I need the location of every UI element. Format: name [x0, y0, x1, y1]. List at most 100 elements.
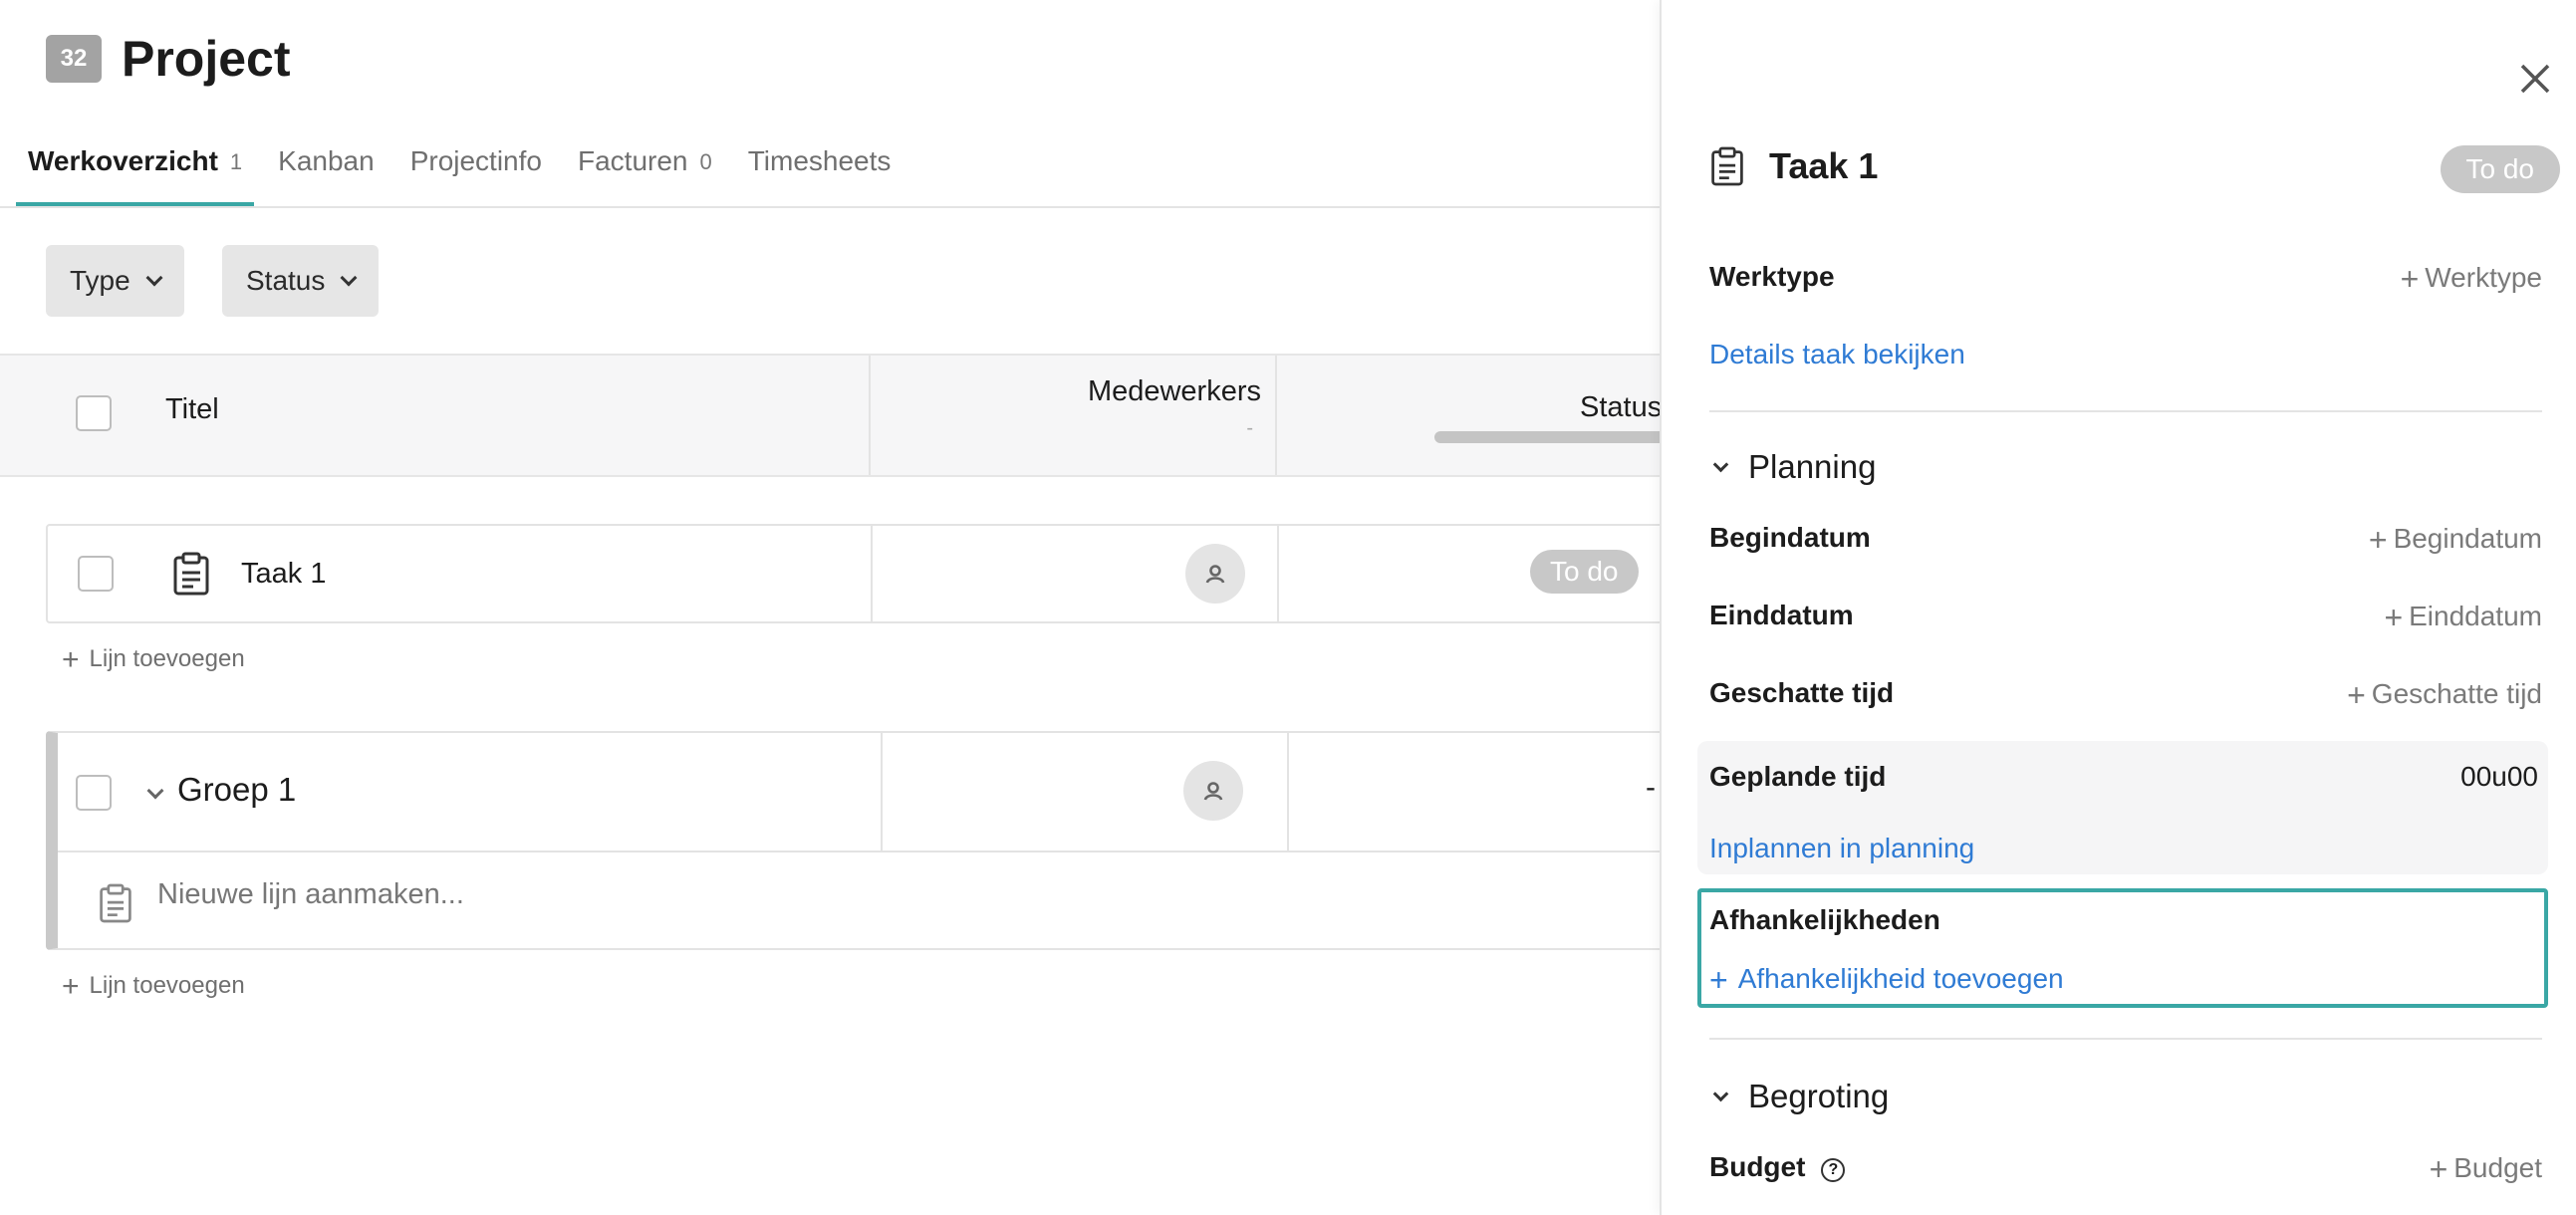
add-einddatum-button[interactable]: + Einddatum	[2384, 600, 2542, 636]
geschatte-tijd-label: Geschatte tijd	[1709, 677, 1895, 708]
dependencies-box: Afhankelijkheden + Afhankelijkheid toevoe…	[1697, 888, 2548, 1008]
user-icon	[1205, 565, 1225, 584]
tab-label: Projectinfo	[409, 145, 542, 176]
status-filter-label: Status	[246, 265, 326, 296]
table-header: Titel Medewerkers - Status	[0, 354, 1660, 477]
tab-label: Facturen	[577, 145, 688, 176]
werktype-label: Werktype	[1709, 261, 1835, 292]
begindatum-row: Begindatum + Begindatum	[1709, 522, 2542, 558]
column-divider	[871, 526, 873, 621]
chevron-down-icon	[1712, 456, 1729, 472]
einddatum-label: Einddatum	[1709, 600, 1854, 630]
group-checkbox[interactable]	[76, 775, 112, 811]
column-divider	[1275, 356, 1277, 475]
add-budget-button[interactable]: + Budget	[2430, 1151, 2542, 1188]
assignee-avatar[interactable]	[1185, 544, 1245, 604]
add-dependency-link[interactable]: + Afhankelijkheid toevoegen	[1709, 962, 2064, 999]
column-header-status[interactable]: Status	[1580, 391, 1660, 424]
chevron-down-icon	[1712, 1086, 1729, 1101]
user-icon	[1203, 782, 1223, 801]
project-header: 32 Project	[46, 30, 291, 88]
group-assignee-avatar[interactable]	[1183, 761, 1243, 821]
tab-werkoverzicht[interactable]: Werkoverzicht 1	[16, 131, 255, 207]
add-werktype-label: Werktype	[2425, 262, 2542, 293]
chevron-down-icon	[145, 269, 163, 287]
geplande-tijd-label: Geplande tijd	[1709, 761, 1887, 792]
task-title[interactable]: Taak 1	[241, 558, 326, 591]
tabs-divider	[0, 206, 1660, 208]
tab-count: 0	[699, 149, 712, 174]
tab-label: Werkoverzicht	[28, 145, 218, 176]
begroting-section-toggle[interactable]: Begroting	[1709, 1078, 1889, 1115]
planning-section-title: Planning	[1748, 448, 1877, 485]
help-icon[interactable]: ?	[1821, 1158, 1846, 1182]
einddatum-row: Einddatum + Einddatum	[1709, 600, 2542, 635]
plus-icon: +	[2384, 600, 2404, 635]
geschatte-tijd-row: Geschatte tijd + Geschatte tijd	[1709, 677, 2542, 713]
status-distribution-bar	[1434, 431, 1660, 443]
add-line-button[interactable]: + Lijn toevoegen	[62, 970, 245, 1004]
plus-icon: +	[1709, 962, 1728, 998]
type-filter-button[interactable]: Type	[46, 245, 184, 317]
add-werktype-button[interactable]: + Werktype	[2401, 261, 2542, 298]
add-begindatum-button[interactable]: + Begindatum	[2369, 522, 2542, 559]
inplannen-link[interactable]: Inplannen in planning	[1709, 833, 1974, 864]
divider	[1709, 410, 2542, 412]
add-dependency-label: Afhankelijkheid toevoegen	[1737, 963, 2064, 994]
status-badge[interactable]: To do	[2440, 145, 2560, 193]
plus-icon: +	[62, 643, 80, 676]
divider	[1709, 1038, 2542, 1040]
new-line-input[interactable]: Nieuwe lijn aanmaken...	[157, 878, 464, 911]
planning-section-toggle[interactable]: Planning	[1709, 448, 1876, 486]
chevron-down-icon[interactable]	[146, 782, 164, 800]
tab-kanban[interactable]: Kanban	[266, 131, 386, 207]
task-detail-panel: Taak 1 To do Werktype + Werktype Details …	[1660, 0, 2576, 1215]
details-task-link[interactable]: Details taak bekijken	[1709, 339, 1965, 370]
tab-facturen[interactable]: Facturen 0	[566, 131, 724, 207]
plus-icon: +	[2368, 522, 2388, 558]
group-row[interactable]: Groep 1 -	[58, 733, 1660, 852]
column-header-medewerkers[interactable]: Medewerkers	[1088, 375, 1261, 408]
close-icon[interactable]	[2516, 60, 2554, 98]
column-header-title[interactable]: Titel	[165, 393, 219, 426]
column-divider	[869, 356, 871, 475]
plus-icon: +	[2429, 1151, 2448, 1187]
status-filter-button[interactable]: Status	[222, 245, 380, 317]
tab-timesheets[interactable]: Timesheets	[736, 131, 903, 207]
tab-bar: Werkoverzicht 1 Kanban Projectinfo Factu…	[16, 131, 914, 207]
column-divider	[881, 733, 883, 850]
add-budget-label: Budget	[2453, 1152, 2542, 1183]
add-line-label: Lijn toevoegen	[89, 645, 245, 672]
add-geschatte-tijd-label: Geschatte tijd	[2371, 678, 2542, 709]
column-header-medewerkers-sub: -	[1246, 417, 1253, 439]
add-geschatte-tijd-button[interactable]: + Geschatte tijd	[2347, 677, 2542, 714]
panel-title[interactable]: Taak 1	[1769, 145, 1878, 187]
afhankelijkheden-label: Afhankelijkheden	[1709, 904, 1940, 935]
add-begindatum-label: Begindatum	[2393, 523, 2542, 554]
budget-row: Budget? + Budget	[1709, 1151, 2542, 1191]
column-divider	[1287, 733, 1289, 850]
status-badge[interactable]: To do	[1530, 550, 1639, 594]
panel-header: Taak 1	[1709, 145, 1878, 187]
group-title[interactable]: Groep 1	[177, 771, 296, 809]
clipboard-icon	[1711, 146, 1743, 186]
clipboard-icon	[173, 552, 209, 596]
tab-count: 1	[229, 149, 243, 174]
page-title: Project	[122, 31, 291, 87]
budget-label-wrap: Budget?	[1709, 1151, 1846, 1183]
add-line-label: Lijn toevoegen	[89, 972, 245, 999]
plus-icon: +	[2400, 261, 2420, 297]
table-row[interactable]: Taak 1 To do	[46, 524, 1660, 623]
group-status: -	[1646, 771, 1656, 804]
begindatum-label: Begindatum	[1709, 522, 1871, 553]
plus-icon: +	[62, 970, 80, 1003]
row-checkbox[interactable]	[78, 556, 114, 592]
select-all-checkbox[interactable]	[76, 395, 112, 431]
chevron-down-icon	[340, 269, 358, 287]
group-card: Groep 1 - Nieuwe lijn aanmaken...	[46, 731, 1660, 950]
project-number-badge: 32	[46, 35, 102, 83]
add-line-button[interactable]: + Lijn toevoegen	[62, 643, 245, 677]
planned-time-box: Geplande tijd 00u00 Inplannen in plannin…	[1697, 741, 2548, 874]
tab-projectinfo[interactable]: Projectinfo	[398, 131, 554, 207]
plus-icon: +	[2347, 677, 2366, 713]
